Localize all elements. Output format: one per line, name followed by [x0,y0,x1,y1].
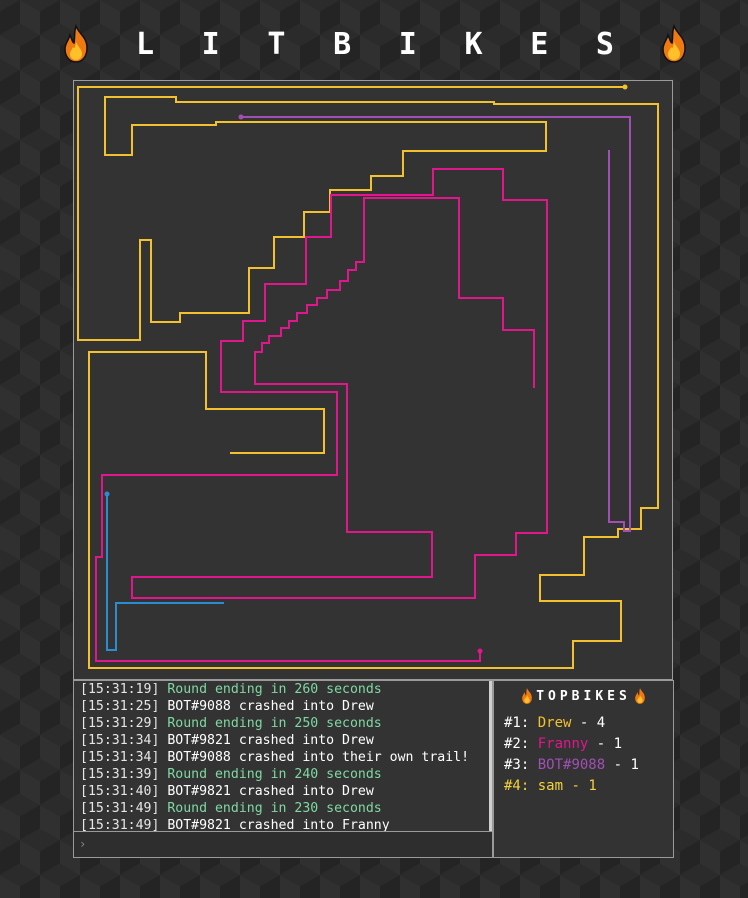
log-line: [15:31:29] Round ending in 250 seconds [80,715,490,732]
log-timestamp: [15:31:49] [80,801,160,816]
log-message: BOT#9088 crashed into their own trail! [167,750,470,765]
log-timestamp: [15:31:49] [80,818,160,831]
bike-head-drew [622,84,628,90]
bike-head-bot9821 [104,491,110,497]
log-message: Round ending in 230 seconds [167,801,382,816]
log-scrollbar[interactable] [489,681,492,831]
app-title: L I T B I K E S [92,27,658,62]
log-lines: [15:31:19] Round ending in 260 seconds [1… [80,681,490,831]
leaderboard-rank: #3: [504,757,530,773]
event-log: [15:31:19] Round ending in 260 seconds [1… [73,680,493,858]
log-line: [15:31:25] BOT#9088 crashed into Drew [80,698,490,715]
leaderboard-player-name[interactable]: Franny [538,736,589,752]
leaderboard-player-name[interactable]: BOT#9088 [538,757,605,773]
trail-bot9088 [241,116,631,532]
leaderboard-score: 1 [588,778,597,794]
chat-input[interactable] [88,834,487,856]
log-line: [15:31:49] BOT#9821 crashed into Franny [80,817,490,831]
log-message: BOT#9821 crashed into Drew [167,733,374,748]
log-timestamp: [15:31:34] [80,750,160,765]
leaderboard-player-name[interactable]: Drew [538,715,572,731]
log-timestamp: [15:31:39] [80,767,160,782]
title-letter: E [530,26,549,62]
log-line: [15:31:34] BOT#9821 crashed into Drew [80,732,490,749]
log-message: Round ending in 240 seconds [167,767,382,782]
log-message: Round ending in 250 seconds [167,716,382,731]
title-letter: L [135,26,155,62]
leaderboard-score: 1 [613,736,623,752]
leaderboard-score: 4 [596,715,606,731]
log-line: [15:31:19] Round ending in 260 seconds [80,681,490,698]
leaderboard-rank: #1: [504,715,530,731]
log-line: [15:31:39] Round ending in 240 seconds [80,766,490,783]
log-message: BOT#9088 crashed into Drew [167,699,374,714]
trail-bot9821 [106,494,224,651]
chat-input-row[interactable]: › [74,831,492,857]
leaderboard-separator: - [571,715,597,731]
leaderboard-rank: #2: [504,736,530,752]
bike-head-franny [477,648,483,654]
log-message: BOT#9821 crashed into Drew [167,784,374,799]
game-arena[interactable] [73,80,673,680]
title-letter: S [595,26,614,62]
title-letter: I [398,26,417,62]
leaderboard-rank: #4: [504,778,530,794]
log-timestamp: [15:31:19] [80,682,160,697]
trail-franny [95,168,548,662]
leaderboard-entry: #2: Franny - 1 [504,734,673,755]
log-message: BOT#9821 crashed into Franny [167,818,390,831]
fire-icon [522,688,532,704]
leaderboard-separator: - [605,757,631,773]
leaderboard-score: 1 [630,757,639,773]
log-timestamp: [15:31:40] [80,784,160,799]
title-letter: I [201,26,220,62]
log-timestamp: [15:31:25] [80,699,160,714]
title-letter: B [333,26,352,62]
leaderboard-header: TOPBIKES [494,687,673,705]
log-timestamp: [15:31:29] [80,716,160,731]
log-line: [15:31:49] Round ending in 230 seconds [80,800,490,817]
leaderboard-separator: - [588,736,614,752]
bike-head-bot9088 [238,114,244,120]
prompt-icon: › [79,837,87,851]
title-letter: K [464,26,483,62]
fire-icon [635,688,645,704]
fire-icon [64,24,88,63]
leaderboard-separator: - [563,778,589,794]
arena-canvas[interactable] [74,81,672,679]
leaderboard-list: #1: Drew - 4 #2: Franny - 1 #3: BOT#9088 -… [494,713,673,797]
leaderboard: TOPBIKES #1: Drew - 4 #2: Franny - 1 #3: B… [493,680,674,858]
log-timestamp: [15:31:34] [80,733,160,748]
leaderboard-entry: #4: sam - 1 [504,776,673,797]
log-line: [15:31:34] BOT#9088 crashed into their o… [80,749,490,766]
title-letter: T [267,26,286,62]
fire-icon [662,24,686,63]
header: L I T B I K E S [60,18,690,70]
leaderboard-player-name[interactable]: sam [538,778,563,794]
log-line: [15:31:40] BOT#9821 crashed into Drew [80,783,490,800]
log-message: Round ending in 260 seconds [167,682,382,697]
leaderboard-entry: #1: Drew - 4 [504,713,673,734]
trail-drew [77,86,659,669]
leaderboard-title: TOPBIKES [536,688,631,704]
leaderboard-entry: #3: BOT#9088 - 1 [504,755,673,776]
